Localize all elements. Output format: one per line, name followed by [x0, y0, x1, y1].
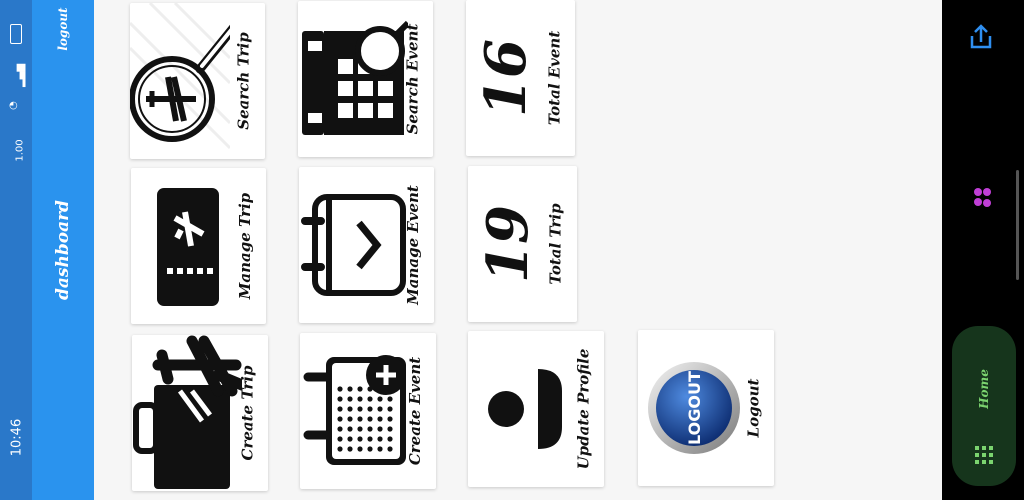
manage-trip-label: Manage Trip	[236, 192, 254, 300]
calendar-dot	[377, 416, 383, 422]
logout-label: Logout	[744, 378, 763, 438]
create-trip-tile[interactable]: Create Trip	[132, 335, 268, 491]
user-profile-icon	[488, 369, 562, 449]
calendar-dot	[377, 436, 383, 442]
grid-icon	[975, 446, 993, 464]
calendar-dot	[357, 446, 363, 452]
calendar-dot	[367, 416, 373, 422]
calendar-dot	[347, 386, 353, 392]
total-trip-label: Total Trip	[547, 203, 565, 285]
home-nav-button[interactable]: Home	[952, 326, 1016, 486]
manage-trip-tile[interactable]: Manage Trip	[131, 168, 266, 324]
total-event-count: 16	[473, 39, 539, 117]
total-event-label: Total Event	[545, 30, 564, 126]
calendar-dot	[377, 406, 383, 412]
calendar-next-icon	[301, 194, 406, 296]
create-event-label: Create Event	[406, 356, 425, 466]
clock: 10:46	[9, 418, 25, 457]
calendar-dot	[347, 436, 353, 442]
calendar-dot	[337, 426, 343, 432]
manage-event-label: Manage Event	[404, 185, 423, 305]
boarding-pass-icon	[157, 188, 219, 306]
battery-icon	[10, 24, 22, 44]
calendar-dot	[377, 446, 383, 452]
update-profile-label: Update Profile	[574, 348, 592, 470]
logout-link[interactable]: logout	[56, 0, 70, 64]
calendar-dot	[347, 416, 353, 422]
calendar-dot	[357, 396, 363, 402]
logout-tile[interactable]: LOGOUT Logout	[638, 330, 774, 486]
calendar-dot	[347, 446, 353, 452]
calendar-dot	[337, 416, 343, 422]
calendar-dot	[367, 426, 373, 432]
logout-badge-text: LOGOUT	[685, 371, 704, 445]
status-bar: ▂▄▆ ◔ 1.00 10:46	[0, 0, 32, 500]
logout-badge-icon: LOGOUT	[648, 362, 740, 454]
calendar-dot	[337, 436, 343, 442]
calendar-dot	[357, 436, 363, 442]
calendar-dot	[337, 446, 343, 452]
calendar-dot	[387, 426, 393, 432]
navigation-rail: Home	[942, 0, 1024, 500]
calendar-dot	[367, 446, 373, 452]
calendar-dot	[337, 386, 343, 392]
search-event-label: Search Event	[403, 23, 422, 135]
share-icon[interactable]	[966, 22, 996, 52]
calendar-dot	[337, 406, 343, 412]
manage-event-tile[interactable]: Manage Event	[299, 167, 434, 323]
network-speed: 1.00	[14, 139, 26, 162]
calendar-dot	[367, 396, 373, 402]
scrollbar[interactable]	[1016, 170, 1019, 280]
calendar-dot	[357, 406, 363, 412]
update-profile-tile[interactable]: Update Profile	[468, 331, 604, 487]
calendar-dot	[367, 436, 373, 442]
calendar-dot	[377, 396, 383, 402]
search-trip-label: Search Trip	[235, 32, 254, 130]
calendar-dot	[347, 426, 353, 432]
calendar-dot	[337, 396, 343, 402]
create-trip-label: Create Trip	[238, 365, 256, 461]
total-trip-count: 19	[475, 205, 541, 283]
search-event-tile[interactable]: Search Event	[298, 1, 433, 157]
calendar-dot	[387, 436, 393, 442]
calendar-dot	[387, 416, 393, 422]
calendar-dot	[357, 426, 363, 432]
calendar-dot	[387, 446, 393, 452]
plane-search-icon	[130, 3, 230, 150]
calendar-dot	[357, 386, 363, 392]
create-event-tile[interactable]: Create Event	[300, 333, 436, 489]
wifi-icon: ◔	[7, 101, 19, 110]
suitcase-plane-icon	[133, 335, 242, 489]
total-event-tile[interactable]: 16 Total Event	[466, 0, 575, 156]
calendar-dot	[367, 406, 373, 412]
app-bar: logout dashboard	[32, 0, 94, 500]
search-trip-tile[interactable]: Search Trip	[130, 3, 265, 159]
calendar-dot	[387, 406, 393, 412]
calendar-dot	[357, 416, 363, 422]
app-icon[interactable]	[972, 186, 994, 210]
home-label: Home	[977, 369, 991, 409]
calendar-dot	[377, 426, 383, 432]
calendar-dot	[387, 396, 393, 402]
calendar-add-icon	[303, 355, 406, 465]
calendar-dot	[347, 396, 353, 402]
total-trip-tile[interactable]: 19 Total Trip	[468, 166, 577, 322]
signal-icon: ▂▄▆	[15, 63, 27, 88]
calendar-dot	[347, 406, 353, 412]
calendar-search-icon	[302, 20, 408, 135]
page-title: dashboard	[53, 200, 73, 300]
